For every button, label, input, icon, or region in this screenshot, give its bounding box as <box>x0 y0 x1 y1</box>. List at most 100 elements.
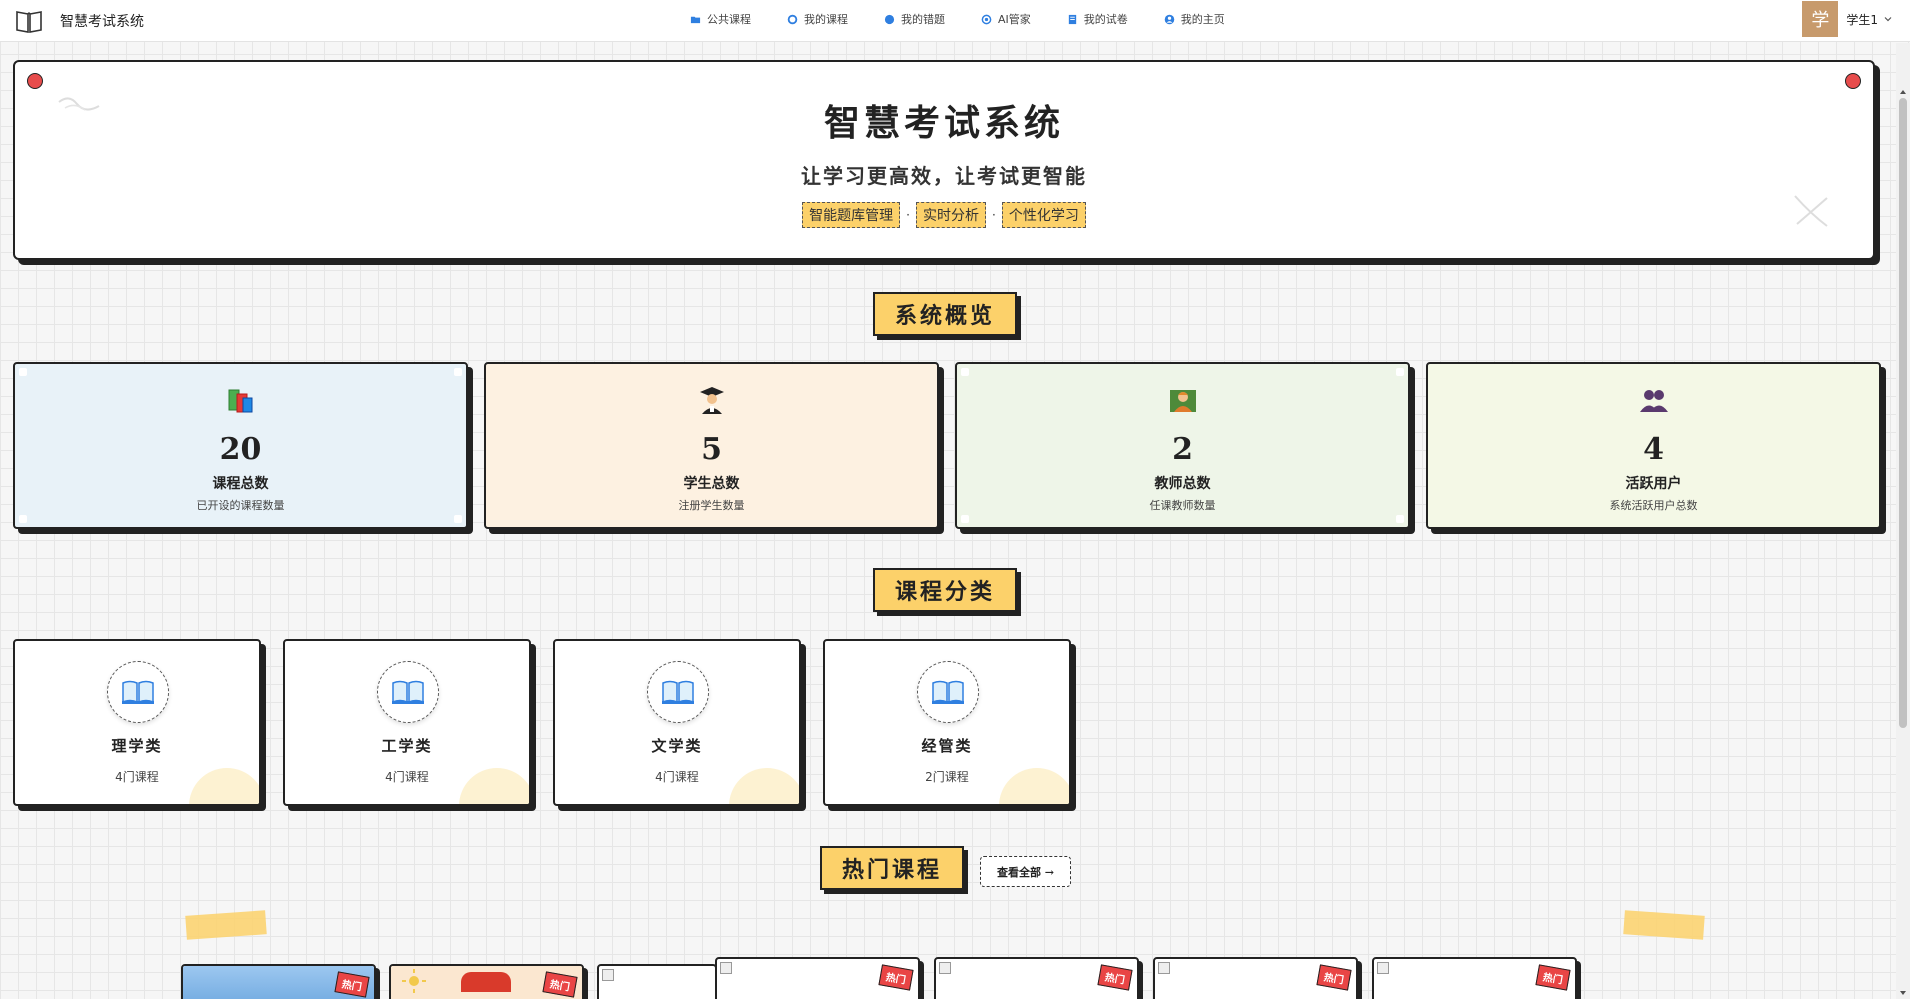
stat-value: 20 <box>219 432 262 467</box>
tag-separator: · <box>992 208 996 222</box>
books-icon <box>228 389 252 413</box>
category-name: 文学类 <box>651 737 703 755</box>
category-card[interactable]: 文学类 4门课程 <box>553 639 801 806</box>
hero-subtitle: 让学习更高效，让考试更智能 <box>801 164 1087 188</box>
course-card[interactable]: 热门 <box>1372 957 1577 999</box>
pin-icon <box>27 73 43 89</box>
circle-icon <box>787 14 798 24</box>
stat-value: 5 <box>701 432 722 467</box>
feature-tags: 智能题库管理 · 实时分析 · 个性化学习 <box>15 202 1873 228</box>
users-icon <box>1639 390 1668 412</box>
nav-my-home[interactable]: 我的主页 <box>1164 11 1225 27</box>
tape-decoration <box>1623 910 1705 940</box>
stat-label: 课程总数 <box>212 476 269 492</box>
stat-description: 任课教师数量 <box>1149 499 1216 512</box>
scroll-thumb[interactable] <box>1899 98 1907 728</box>
target-icon <box>981 14 992 24</box>
category-card[interactable]: 理学类 4门课程 <box>13 639 261 806</box>
open-book-icon <box>662 680 694 704</box>
teacher-icon <box>1169 390 1196 412</box>
nav-label: 我的课程 <box>804 13 848 26</box>
nav-label: 我的错题 <box>901 13 945 26</box>
nav-my-courses[interactable]: 我的课程 <box>787 11 848 27</box>
stat-description: 已开设的课程数量 <box>196 499 285 512</box>
hot-badge: 热门 <box>1535 964 1571 991</box>
course-card[interactable]: 热门 <box>934 957 1139 999</box>
nav-ai-assistant[interactable]: AI管家 <box>981 11 1031 27</box>
hero-banner: 智慧考试系统 让学习更高效，让考试更智能 智能题库管理 · 实时分析 · 个性化… <box>13 60 1875 260</box>
user-menu[interactable]: 学 学生1 <box>1802 0 1892 38</box>
stat-label: 学生总数 <box>683 476 740 492</box>
stat-card-teachers: 2 教师总数 任课教师数量 <box>955 362 1410 529</box>
main-nav: 公共课程 我的课程 我的错题 AI管家 我的试卷 我的主页 <box>690 11 1261 27</box>
section-title-overview: 系统概览 <box>873 292 1017 336</box>
scroll-up-icon[interactable] <box>1899 88 1907 96</box>
hero-title: 智慧考试系统 <box>823 102 1064 144</box>
category-count: 2门课程 <box>925 770 969 784</box>
page-scrollbar[interactable] <box>1896 43 1910 999</box>
user-icon <box>1164 14 1175 24</box>
course-card[interactable]: 热门 <box>715 957 920 999</box>
course-card[interactable]: 热门 <box>389 964 584 999</box>
nav-label: AI管家 <box>998 13 1031 26</box>
feature-tag: 个性化学习 <box>1001 202 1086 228</box>
broken-image-icon <box>1377 962 1389 974</box>
category-name: 工学类 <box>381 737 433 755</box>
course-card[interactable]: 热门 <box>1153 957 1358 999</box>
nav-label: 公共课程 <box>707 13 751 26</box>
broken-image-icon <box>602 969 614 981</box>
brand[interactable]: 智慧考试系统 <box>14 6 144 36</box>
stat-label: 教师总数 <box>1154 476 1211 492</box>
broken-image-icon <box>720 962 732 974</box>
hot-badge: 热门 <box>1097 964 1133 991</box>
folder-icon <box>690 16 701 23</box>
stat-card-courses: 20 课程总数 已开设的课程数量 <box>13 362 468 529</box>
graduate-icon <box>699 387 724 414</box>
hot-badge: 热门 <box>1316 964 1352 991</box>
circle-filled-icon <box>884 14 895 24</box>
category-name: 理学类 <box>111 737 163 755</box>
stat-card-students: 5 学生总数 注册学生数量 <box>484 362 939 529</box>
course-card[interactable] <box>597 964 717 999</box>
category-name: 经管类 <box>921 737 973 755</box>
nav-my-papers[interactable]: 我的试卷 <box>1067 11 1128 27</box>
book-logo-icon <box>16 11 42 33</box>
app-title: 智慧考试系统 <box>60 14 144 30</box>
section-title-categories: 课程分类 <box>873 568 1017 612</box>
stat-label: 活跃用户 <box>1625 476 1682 492</box>
chevron-down-icon <box>1884 17 1892 22</box>
stat-value: 2 <box>1172 432 1193 467</box>
tape-decoration <box>185 910 267 940</box>
sun-icon <box>402 969 426 993</box>
pin-icon <box>1845 73 1861 89</box>
broken-image-icon <box>1158 962 1170 974</box>
nav-public-courses[interactable]: 公共课程 <box>690 11 751 27</box>
stat-card-active-users: 4 活跃用户 系统活跃用户总数 <box>1426 362 1881 529</box>
broken-image-icon <box>939 962 951 974</box>
open-book-icon <box>392 680 424 704</box>
section-title-hot-courses: 热门课程 <box>820 846 964 890</box>
nav-label: 我的试卷 <box>1083 13 1128 26</box>
category-count: 4门课程 <box>655 770 699 784</box>
category-card[interactable]: 经管类 2门课程 <box>823 639 1071 806</box>
open-book-icon <box>122 680 154 704</box>
user-name: 学生1 <box>1846 12 1878 27</box>
nav-my-mistakes[interactable]: 我的错题 <box>884 11 945 27</box>
avatar[interactable]: 学 <box>1802 1 1839 37</box>
tag-separator: · <box>906 208 910 222</box>
stat-description: 系统活跃用户总数 <box>1609 499 1698 512</box>
scroll-down-icon[interactable] <box>1899 989 1907 997</box>
nav-label: 我的主页 <box>1180 13 1225 26</box>
open-book-icon <box>932 680 964 704</box>
category-count: 4门课程 <box>115 770 159 784</box>
course-card[interactable]: 热门 <box>181 964 376 999</box>
category-card[interactable]: 工学类 4门课程 <box>283 639 531 806</box>
document-icon <box>1068 14 1076 24</box>
feature-tag: 智能题库管理 <box>802 202 901 228</box>
stat-value: 4 <box>1643 432 1664 467</box>
top-navbar: 智慧考试系统 公共课程 我的课程 我的错题 AI管家 我的试卷 我的主页 学 学 <box>0 0 1910 42</box>
hot-badge: 热门 <box>878 964 914 991</box>
view-all-button[interactable]: 查看全部 → <box>980 856 1071 887</box>
category-count: 4门课程 <box>385 770 429 784</box>
feature-tag: 实时分析 <box>916 202 986 228</box>
